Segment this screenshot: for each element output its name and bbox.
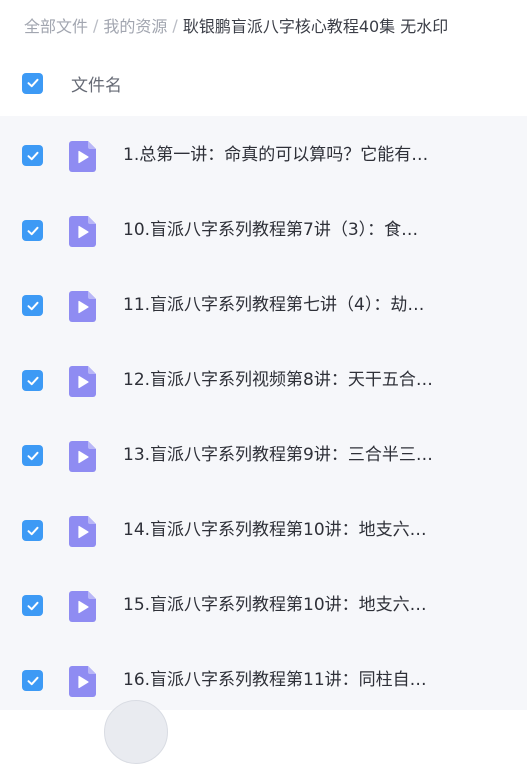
video-file-icon (69, 591, 96, 622)
file-name[interactable]: 1.总第一讲：命真的可以算吗？它能有… (123, 142, 453, 168)
file-checkbox[interactable] (22, 370, 43, 391)
file-name[interactable]: 14.盲派八字系列教程第10讲：地支六… (123, 517, 453, 543)
file-name[interactable]: 15.盲派八字系列教程第10讲：地支六… (123, 592, 453, 618)
video-file-icon (69, 366, 96, 397)
file-row[interactable]: 11.盲派八字系列教程第七讲（4）：劫… (0, 266, 527, 341)
breadcrumb-all-files[interactable]: 全部文件 (24, 13, 88, 37)
breadcrumb-my-resources[interactable]: 我的资源 (103, 13, 167, 37)
file-name[interactable]: 10.盲派八字系列教程第7讲（3）：食… (123, 217, 453, 243)
breadcrumb-separator: / (93, 15, 99, 35)
checkmark-icon (27, 226, 38, 235)
checkmark-icon (27, 376, 38, 385)
video-file-icon (69, 666, 96, 697)
file-row[interactable]: 16.盲派八字系列教程第11讲：同柱自… (0, 641, 527, 710)
video-file-icon (69, 291, 96, 322)
file-list: 1.总第一讲：命真的可以算吗？它能有… 10.盲派八字系列教程第7讲（3）：食… 1… (0, 116, 527, 710)
file-checkbox[interactable] (22, 520, 43, 541)
breadcrumb-separator: / (172, 15, 178, 35)
file-checkbox[interactable] (22, 145, 43, 166)
checkmark-icon (27, 526, 38, 535)
checkmark-icon (27, 301, 38, 310)
column-header-filename[interactable]: 文件名 (71, 71, 122, 96)
file-name[interactable]: 11.盲派八字系列教程第七讲（4）：劫… (123, 292, 453, 318)
file-checkbox[interactable] (22, 670, 43, 691)
file-name[interactable]: 13.盲派八字系列教程第9讲：三合半三… (123, 442, 453, 468)
checkmark-icon (27, 151, 38, 160)
video-file-icon (69, 216, 96, 247)
video-file-icon (69, 516, 96, 547)
file-name[interactable]: 12.盲派八字系列视频第8讲：天干五合… (123, 367, 453, 393)
file-checkbox[interactable] (22, 295, 43, 316)
file-checkbox[interactable] (22, 595, 43, 616)
file-name[interactable]: 16.盲派八字系列教程第11讲：同柱自… (123, 667, 453, 693)
file-row[interactable]: 10.盲派八字系列教程第7讲（3）：食… (0, 191, 527, 266)
file-row[interactable]: 12.盲派八字系列视频第8讲：天干五合… (0, 341, 527, 416)
checkmark-icon (27, 78, 38, 88)
checkmark-icon (27, 676, 38, 685)
file-row[interactable]: 1.总第一讲：命真的可以算吗？它能有… (0, 116, 527, 191)
video-file-icon (69, 441, 96, 472)
file-row[interactable]: 13.盲派八字系列教程第9讲：三合半三… (0, 416, 527, 491)
select-all-checkbox[interactable] (22, 72, 43, 94)
breadcrumb: 全部文件 / 我的资源 / 耿银鹏盲派八字核心教程40集 无水印 (0, 0, 527, 50)
file-checkbox[interactable] (22, 220, 43, 241)
file-list-header: 文件名 (0, 50, 527, 116)
breadcrumb-current-folder: 耿银鹏盲派八字核心教程40集 无水印 (182, 17, 449, 36)
file-row[interactable]: 15.盲派八字系列教程第10讲：地支六… (0, 566, 527, 641)
video-file-icon (69, 141, 96, 172)
file-checkbox[interactable] (22, 445, 43, 466)
checkmark-icon (27, 451, 38, 460)
file-row[interactable]: 14.盲派八字系列教程第10讲：地支六… (0, 491, 527, 566)
checkmark-icon (27, 601, 38, 610)
